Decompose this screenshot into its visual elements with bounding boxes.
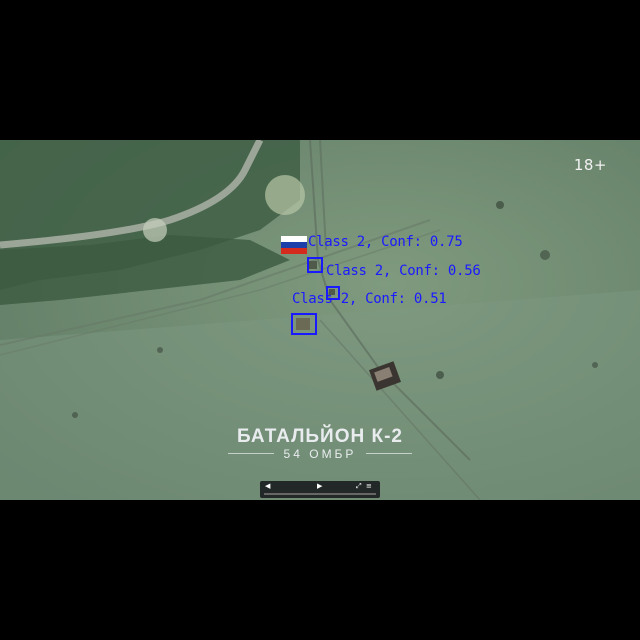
play-icon[interactable]: ▶ (317, 483, 322, 490)
detection-label-1: Class 2, Conf: 0.75 (308, 234, 463, 250)
player-controls[interactable]: ◀ ▶ ⤢ ≡ (260, 481, 380, 498)
fullscreen-icon[interactable]: ⤢ (356, 483, 362, 490)
detection-box-3 (291, 313, 317, 335)
russian-flag-icon (281, 236, 307, 254)
watermark-title: БАТАЛЬЙОН К-2 (237, 426, 403, 447)
video-frame[interactable]: 18+ Class 2, Conf: 0.75 Class 2, Conf: 0… (0, 140, 640, 500)
detection-label-3: Class 2, Conf: 0.51 (292, 291, 447, 307)
watermark-subtitle: 54 ОМБР (283, 447, 357, 461)
watermark-divider-right (366, 453, 412, 454)
settings-icon[interactable]: ≡ (366, 483, 372, 490)
age-rating-badge: 18+ (573, 156, 607, 174)
progress-bar[interactable] (264, 493, 376, 495)
rewind-icon[interactable]: ◀ (265, 483, 270, 490)
detection-label-2: Class 2, Conf: 0.56 (326, 263, 481, 279)
letterbox-frame: 18+ Class 2, Conf: 0.75 Class 2, Conf: 0… (0, 0, 640, 640)
detection-box-1 (307, 257, 323, 273)
